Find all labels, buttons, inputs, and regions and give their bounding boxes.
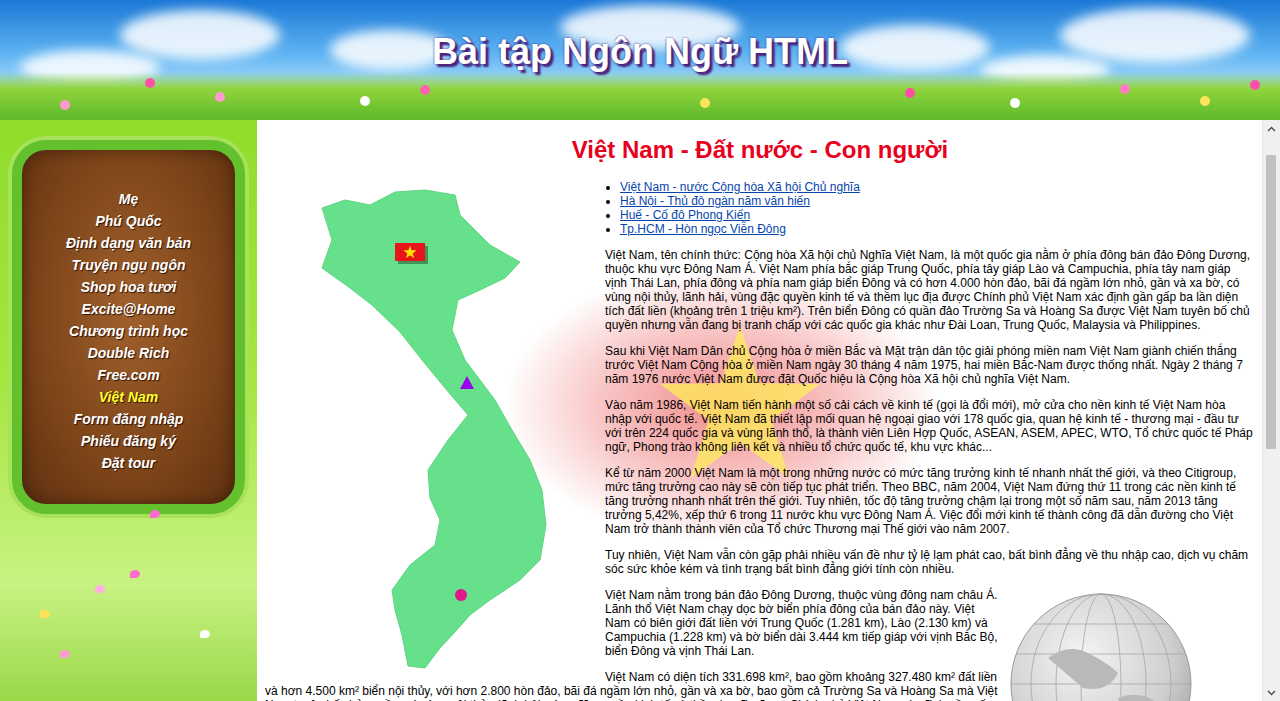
scroll-up-icon[interactable] — [1263, 120, 1280, 137]
flower — [1250, 80, 1260, 90]
sidebar-item[interactable]: Chương trình học — [22, 320, 235, 342]
main-content: Việt Nam - Đất nước - Con người Việt Nam … — [257, 120, 1262, 701]
sidebar-item[interactable]: Mẹ — [22, 188, 235, 210]
topic-link[interactable]: Hà Nội - Thủ đô ngàn năm văn hiến — [620, 194, 810, 208]
butterfly — [130, 570, 140, 578]
flower — [905, 88, 915, 98]
flower — [1010, 98, 1020, 108]
topic-link[interactable]: Việt Nam - nước Cộng hòa Xã hội Chủ nghĩ… — [620, 180, 860, 194]
paragraph: Sau khi Việt Nam Dân chủ Cộng hòa ở miền… — [265, 344, 1255, 386]
link-list: Việt Nam - nước Cộng hòa Xã hội Chủ nghĩ… — [605, 180, 1255, 236]
header-banner: Bài tập Ngôn Ngữ HTML — [0, 0, 1280, 120]
cloud — [120, 10, 280, 60]
link-item: Việt Nam - nước Cộng hòa Xã hội Chủ nghĩ… — [620, 180, 1255, 194]
butterfly — [200, 630, 210, 638]
country-shape — [322, 190, 546, 668]
grass — [0, 72, 1280, 120]
butterfly — [95, 585, 105, 593]
scroll-track — [1263, 137, 1280, 684]
body-row: MẹPhú QuốcĐịnh dạng văn bảnTruyện ngụ ng… — [0, 120, 1280, 701]
sidebar: MẹPhú QuốcĐịnh dạng văn bảnTruyện ngụ ng… — [0, 120, 257, 701]
sidebar-item[interactable]: Double Rich — [22, 342, 235, 364]
scrollbar[interactable] — [1262, 120, 1280, 701]
sidebar-item[interactable]: Free.com — [22, 364, 235, 386]
flower — [360, 96, 370, 106]
menu-panel: MẹPhú QuốcĐịnh dạng văn bảnTruyện ngụ ng… — [12, 140, 245, 514]
topic-link[interactable]: Tp.HCM - Hòn ngọc Viễn Đông — [620, 222, 786, 236]
triangle-marker-icon[interactable] — [460, 376, 474, 389]
butterfly — [60, 650, 70, 658]
scroll-down-icon[interactable] — [1263, 684, 1280, 701]
sidebar-item[interactable]: Excite@Home — [22, 298, 235, 320]
page-title: Bài tập Ngôn Ngữ HTML — [0, 0, 1280, 73]
flower — [145, 78, 155, 88]
sidebar-item[interactable]: Shop hoa tươi — [22, 276, 235, 298]
paragraph: Vào năm 1986, Việt Nam tiến hành một số … — [265, 398, 1255, 454]
sidebar-item[interactable]: Form đăng nhập — [22, 408, 235, 430]
link-item: Hà Nội - Thủ đô ngàn năm văn hiến — [620, 194, 1255, 208]
flower — [1200, 96, 1210, 106]
flower — [700, 98, 710, 108]
flag-marker-icon[interactable] — [395, 243, 428, 264]
sidebar-item[interactable]: Phú Quốc — [22, 210, 235, 232]
sidebar-item[interactable]: Việt Nam — [22, 386, 235, 408]
cloud — [840, 25, 990, 70]
link-item: Huế - Cố đô Phong Kiến — [620, 208, 1255, 222]
butterfly — [150, 510, 160, 518]
flower — [60, 100, 70, 110]
dot-marker-icon[interactable] — [455, 589, 467, 601]
sidebar-item[interactable]: Truyện ngụ ngôn — [22, 254, 235, 276]
flower — [215, 92, 225, 102]
paragraph: Kể từ năm 2000 Việt Nam là một trong nhữ… — [265, 466, 1255, 536]
globe-icon — [1008, 588, 1255, 701]
scroll-thumb[interactable] — [1266, 155, 1276, 449]
vietnam-map — [265, 180, 605, 674]
flower — [1120, 84, 1130, 94]
sidebar-item[interactable]: Đặt tour — [22, 452, 235, 474]
link-item: Tp.HCM - Hòn ngọc Viễn Đông — [620, 222, 1255, 236]
article: Việt Nam - Đất nước - Con người Việt Nam … — [257, 136, 1262, 701]
flower — [420, 85, 430, 95]
topic-link[interactable]: Huế - Cố đô Phong Kiến — [620, 208, 750, 222]
article-title: Việt Nam - Đất nước - Con người — [265, 136, 1255, 164]
sidebar-item[interactable]: Phiếu đăng ký — [22, 430, 235, 452]
sidebar-item[interactable]: Định dạng văn bản — [22, 232, 235, 254]
butterfly — [40, 610, 50, 618]
cloud — [1060, 8, 1250, 63]
